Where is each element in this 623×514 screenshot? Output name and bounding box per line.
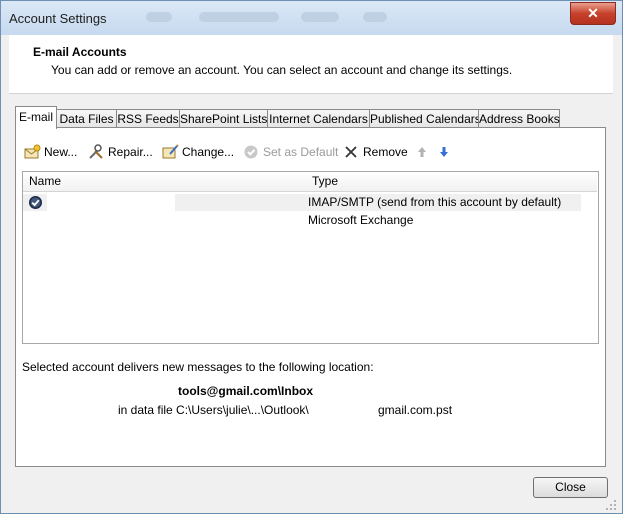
header-panel: E-mail Accounts You can add or remove an…	[9, 35, 613, 94]
account-row[interactable]: Microsoft Exchange	[23, 212, 581, 229]
x-icon	[345, 146, 357, 158]
data-file-name: gmail.com.pst	[378, 403, 453, 417]
remove-button-label: Remove	[363, 145, 408, 159]
column-header-filler	[581, 172, 597, 192]
default-check-icon	[29, 196, 42, 209]
check-circle-icon	[244, 145, 258, 159]
resize-grip-icon[interactable]	[604, 498, 618, 512]
tab-sharepoint-lists[interactable]: SharePoint Lists	[179, 109, 268, 128]
close-button[interactable]: Close	[533, 477, 608, 498]
change-icon	[162, 144, 179, 159]
window-title: Account Settings	[9, 11, 107, 26]
new-button[interactable]: New...	[24, 143, 77, 161]
blurred-area	[146, 12, 172, 22]
tab-rss-feeds[interactable]: RSS Feeds	[116, 109, 180, 128]
account-type: Microsoft Exchange	[308, 213, 414, 227]
column-header-type[interactable]: Type	[306, 172, 588, 192]
blurred-area	[199, 12, 279, 22]
arrow-up-icon	[418, 147, 426, 157]
repair-button-label: Repair...	[108, 145, 153, 159]
column-header-name[interactable]: Name	[23, 172, 312, 192]
account-row[interactable]: IMAP/SMTP (send from this account by def…	[23, 194, 581, 211]
move-up-button[interactable]	[414, 143, 434, 161]
set-as-default-button[interactable]: Set as Default	[243, 143, 338, 161]
tab-data-files[interactable]: Data Files	[56, 109, 117, 128]
window-close-button[interactable]: ✕	[570, 2, 616, 25]
blurred-area	[363, 12, 387, 22]
tab-address-books[interactable]: Address Books	[478, 109, 560, 128]
change-button[interactable]: Change...	[162, 143, 234, 161]
tab-published-calendars[interactable]: Published Calendars	[369, 109, 481, 128]
delivery-location: tools@gmail.com\Inbox	[178, 384, 314, 398]
change-button-label: Change...	[182, 145, 235, 159]
arrow-down-icon	[440, 147, 448, 157]
move-down-button[interactable]	[436, 143, 456, 161]
data-file-path: in data file C:\Users\julie\...\Outlook\	[118, 403, 309, 417]
account-name-cell	[47, 194, 175, 211]
blurred-area	[301, 12, 339, 22]
header-description: You can add or remove an account. You ca…	[51, 63, 513, 77]
new-account-icon	[24, 144, 41, 159]
title-bar[interactable]: Account Settings ✕	[1, 1, 622, 35]
account-type: IMAP/SMTP (send from this account by def…	[308, 195, 562, 209]
remove-button[interactable]: Remove	[343, 143, 408, 161]
new-button-label: New...	[44, 145, 78, 159]
repair-icon	[89, 144, 103, 159]
set-as-default-label: Set as Default	[263, 145, 339, 159]
header-title: E-mail Accounts	[33, 45, 127, 59]
tab-internet-calendars[interactable]: Internet Calendars	[267, 109, 370, 128]
tab-email[interactable]: E-mail	[15, 106, 57, 129]
accounts-list[interactable]: Name Type IMAP/SMTP (send from this acco…	[22, 171, 599, 344]
repair-button[interactable]: Repair...	[88, 143, 153, 161]
delivery-intro: Selected account delivers new messages t…	[22, 360, 374, 374]
